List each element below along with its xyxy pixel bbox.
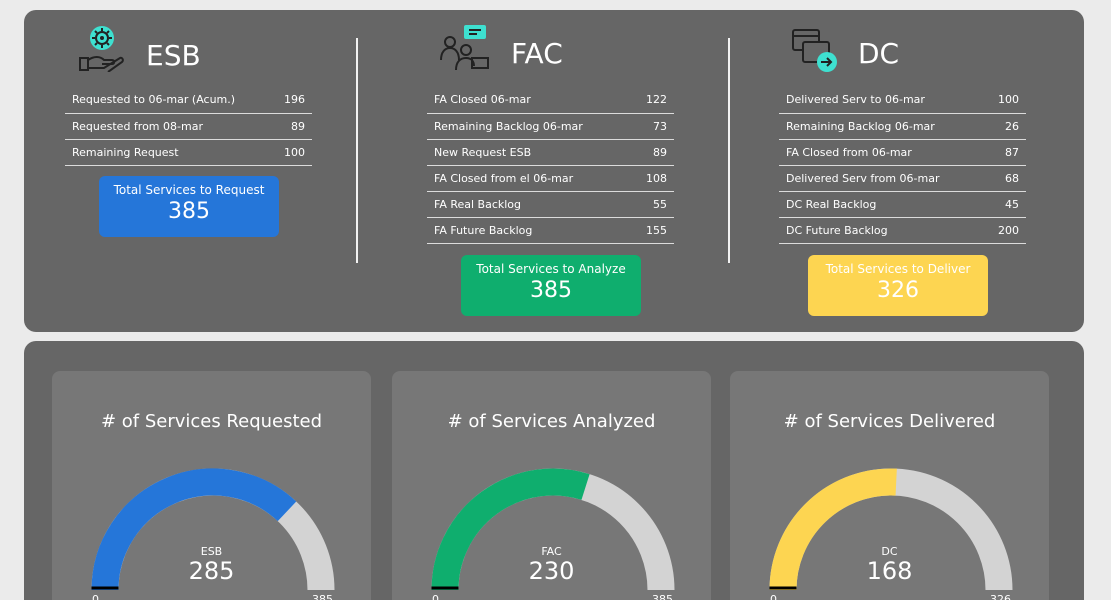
table-row: Remaining Request 100 — [65, 139, 312, 166]
gauge-card-analyzed: # of Services Analyzed FAC 230 0 385 — [392, 371, 711, 600]
table-row: Remaining Backlog 06-mar 73 — [427, 113, 674, 140]
row-value: 89 — [277, 113, 312, 140]
row-value: 108 — [636, 165, 674, 192]
row-label: FA Closed from 06-mar — [779, 139, 990, 166]
table-row: DC Real Backlog 45 — [779, 191, 1026, 218]
gauge-card-delivered: # of Services Delivered DC 168 0 326 — [730, 371, 1049, 600]
gauge-min: 0 — [770, 593, 777, 600]
row-label: Remaining Backlog 06-mar — [427, 113, 637, 140]
row-value: 68 — [989, 165, 1026, 192]
table-row: New Request ESB 89 — [427, 139, 674, 166]
fac-total-card: Total Services to Analyze 385 — [461, 255, 641, 316]
gauge-min: 0 — [432, 593, 439, 600]
row-value: 87 — [989, 139, 1026, 166]
table-row: FA Closed from el 06-mar 108 — [427, 165, 674, 192]
total-label: Total Services to Deliver — [825, 262, 971, 276]
section-divider — [356, 38, 358, 263]
table-row: DC Future Backlog 200 — [779, 217, 1026, 244]
row-value: 155 — [636, 217, 674, 244]
esb-total-card: Total Services to Request 385 — [99, 176, 279, 237]
fac-table: FA Closed 06-mar 122 Remaining Backlog 06… — [427, 87, 674, 244]
row-label: Requested from 08-mar — [65, 113, 278, 140]
row-label: Delivered Serv from 06-mar — [779, 165, 990, 192]
meeting-chat-icon — [440, 24, 490, 76]
section-divider — [728, 38, 730, 263]
transfer-windows-icon — [791, 28, 839, 78]
row-label: Requested to 06-mar (Acum.) — [65, 87, 278, 114]
gauge-min: 0 — [92, 593, 99, 600]
row-label: FA Closed from el 06-mar — [427, 165, 637, 192]
gauge-max: 385 — [312, 593, 333, 600]
row-label: FA Closed 06-mar — [427, 87, 637, 114]
gauge-max: 326 — [990, 593, 1011, 600]
row-value: 89 — [636, 139, 674, 166]
total-label: Total Services to Request — [113, 183, 265, 197]
row-label: DC Future Backlog — [779, 217, 990, 244]
table-row: FA Closed from 06-mar 87 — [779, 139, 1026, 166]
row-label: DC Real Backlog — [779, 191, 990, 218]
row-value: 196 — [277, 87, 312, 114]
row-value: 45 — [989, 191, 1026, 218]
row-value: 122 — [636, 87, 674, 114]
gauge-value: 230 — [528, 557, 575, 585]
table-row: FA Future Backlog 155 — [427, 217, 674, 244]
table-row: Delivered Serv from 06-mar 68 — [779, 165, 1026, 192]
table-row: FA Real Backlog 55 — [427, 191, 674, 218]
row-label: Remaining Request — [65, 139, 278, 166]
total-value: 385 — [168, 199, 210, 224]
row-label: Delivered Serv to 06-mar — [779, 87, 990, 114]
esb-table: Requested to 06-mar (Acum.) 196 Requested… — [65, 87, 312, 166]
table-row: FA Closed 06-mar 122 — [427, 87, 674, 114]
table-row: Requested to 06-mar (Acum.) 196 — [65, 87, 312, 114]
gear-hand-icon — [78, 24, 126, 76]
gauge-card-requested: # of Services Requested ESB 285 0 385 — [52, 371, 371, 600]
total-label: Total Services to Analyze — [476, 262, 626, 276]
row-value: 55 — [636, 191, 674, 218]
total-value: 385 — [530, 278, 572, 303]
row-label: FA Real Backlog — [427, 191, 637, 218]
gauge-value: 285 — [188, 557, 235, 585]
dc-table: Delivered Serv to 06-mar 100 Remaining Ba… — [779, 87, 1026, 244]
table-row: Requested from 08-mar 89 — [65, 113, 312, 140]
gauge-value: 168 — [866, 557, 913, 585]
row-value: 100 — [277, 139, 312, 166]
dc-total-card: Total Services to Deliver 326 — [808, 255, 988, 316]
row-label: Remaining Backlog 06-mar — [779, 113, 990, 140]
row-label: FA Future Backlog — [427, 217, 637, 244]
row-label: New Request ESB — [427, 139, 637, 166]
total-value: 326 — [877, 278, 919, 303]
fac-title: FAC — [511, 37, 563, 70]
row-value: 26 — [989, 113, 1026, 140]
dc-title: DC — [858, 37, 900, 70]
row-value: 73 — [636, 113, 674, 140]
row-value: 200 — [989, 217, 1026, 244]
table-row: Remaining Backlog 06-mar 26 — [779, 113, 1026, 140]
table-row: Delivered Serv to 06-mar 100 — [779, 87, 1026, 114]
gauge-max: 385 — [652, 593, 673, 600]
row-value: 100 — [989, 87, 1026, 114]
esb-title: ESB — [146, 39, 201, 72]
